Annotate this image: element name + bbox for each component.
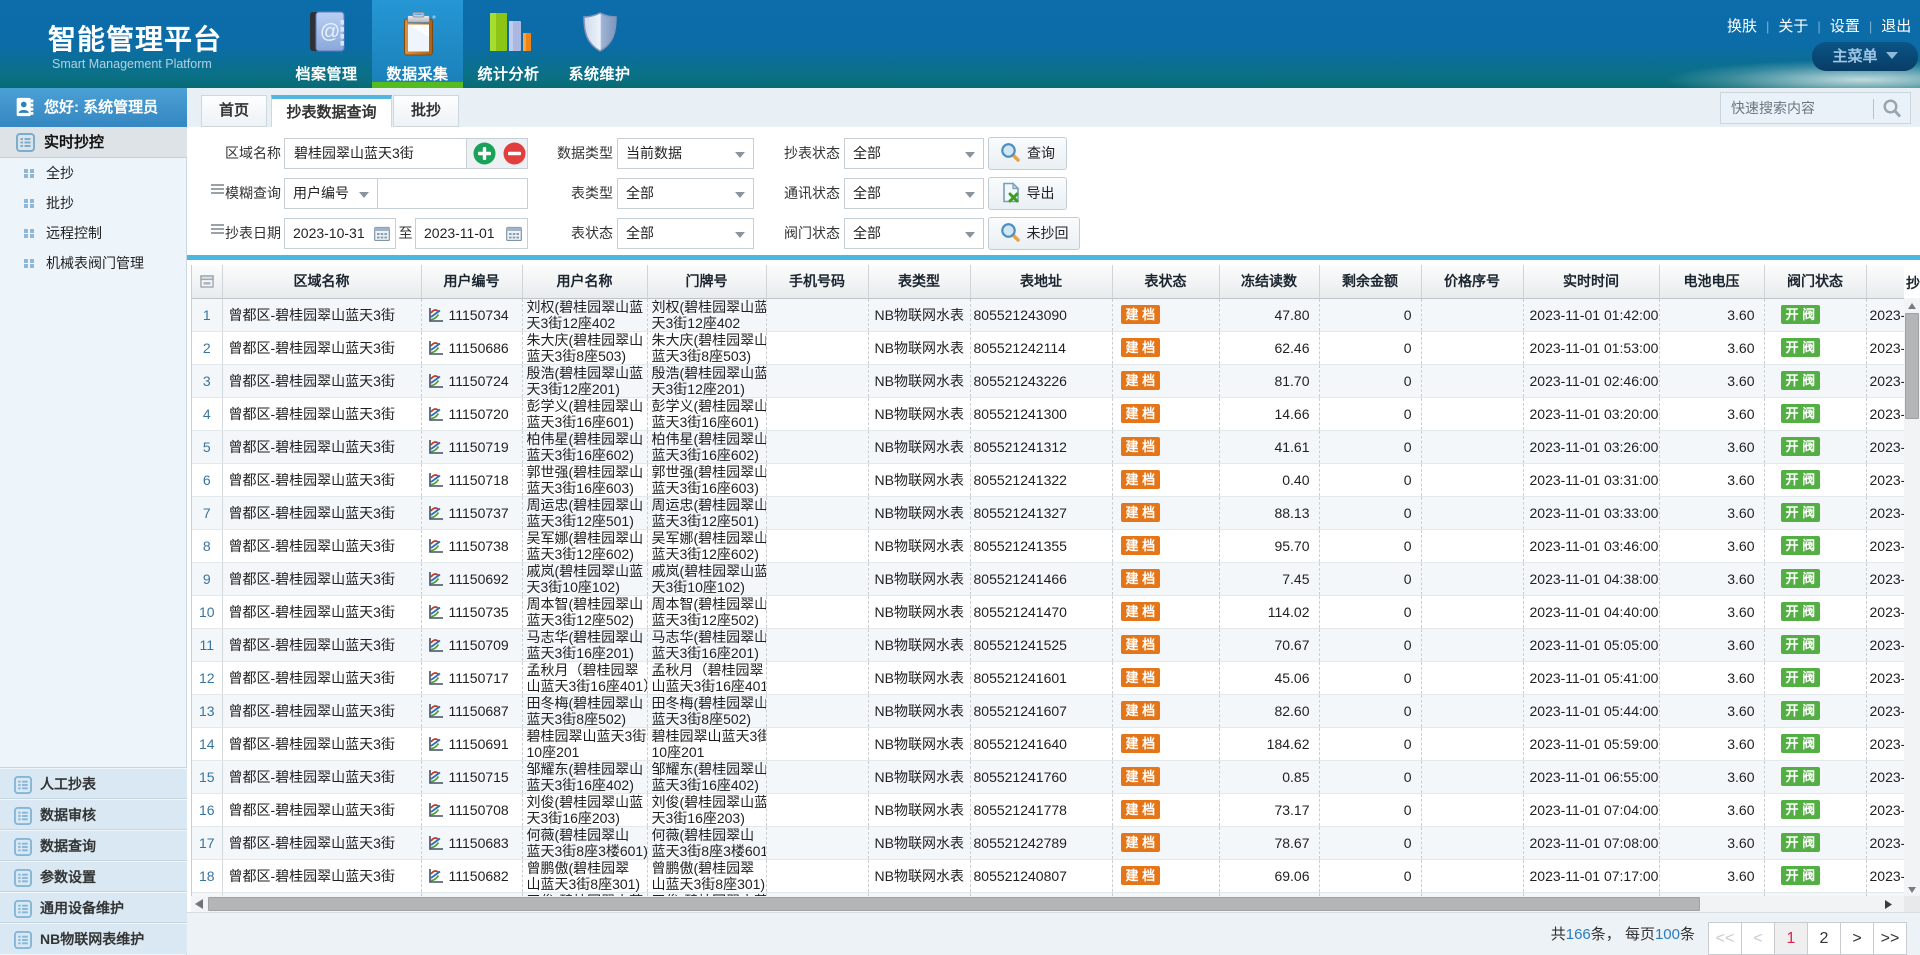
svg-text:@: @ bbox=[319, 21, 339, 43]
